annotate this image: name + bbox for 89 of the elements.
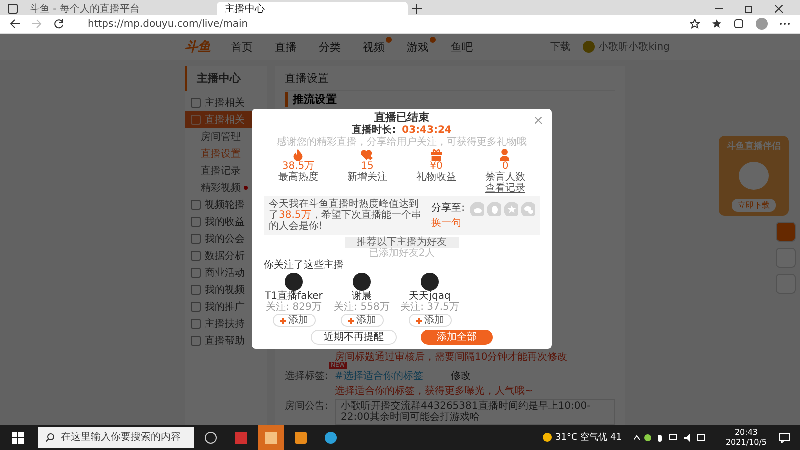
- download-button[interactable]: 立即下载: [732, 198, 776, 212]
- notice-field[interactable]: 小歌听开播交流群443265381直播时间约是早上10:00-22:00其余时间可能会打游戏哈: [335, 399, 615, 425]
- add-button[interactable]: 添加: [340, 314, 384, 327]
- nav-link[interactable]: 视频: [363, 40, 385, 54]
- sidebar-item[interactable]: 我的公会: [185, 230, 267, 247]
- title-note: 房间标题通过审核后，需要间隔10分钟才能再次修改: [335, 350, 569, 363]
- dismiss-button[interactable]: 近期不再提醒: [311, 330, 397, 345]
- heart-plus-icon: [361, 149, 374, 161]
- nav-link[interactable]: 直播: [275, 40, 297, 54]
- address-bar[interactable]: https://mp.douyu.com/live/main: [76, 18, 678, 30]
- duration-value: 03:43:24: [402, 125, 452, 136]
- sidebar-subitem[interactable]: 直播记录: [201, 164, 241, 178]
- close-icon[interactable]: [775, 4, 783, 12]
- stat-label: 礼物收益: [416, 172, 456, 183]
- tag-link[interactable]: #选择适合你的标签: [335, 369, 445, 383]
- star-icon[interactable]: [504, 202, 518, 216]
- notice-label: 房间公告:: [285, 400, 329, 413]
- page-title: 直播设置: [285, 71, 615, 91]
- new-tab-icon[interactable]: [412, 4, 422, 14]
- share-label: 分享至:: [432, 203, 465, 214]
- sidebar-item[interactable]: 主播相关: [185, 94, 267, 111]
- nav-link[interactable]: 游戏: [407, 40, 429, 54]
- stat-label: 新增关注: [348, 172, 388, 183]
- clock-time[interactable]: 20:43: [734, 428, 758, 438]
- download-link[interactable]: 下载: [550, 40, 571, 54]
- sidebar-item[interactable]: 视频轮播: [185, 196, 267, 213]
- notification-icon[interactable]: [779, 432, 790, 442]
- reload-icon[interactable]: [54, 19, 64, 29]
- browser-tab[interactable]: 主播中心: [217, 2, 408, 15]
- streamer-name: 天天jqaq: [409, 291, 451, 302]
- sidebar-item[interactable]: 直播帮助: [185, 332, 267, 349]
- fire-icon: [293, 149, 304, 161]
- edit-link[interactable]: 修改: [451, 369, 471, 383]
- follower-count: 关注: 829万: [266, 302, 322, 313]
- avatar-circle: [421, 273, 439, 291]
- stat-value: ¥0: [430, 161, 443, 172]
- more-icon[interactable]: [780, 22, 790, 26]
- follower-count: 关注: 558万: [334, 302, 390, 313]
- duration-label: 直播时长:: [352, 125, 396, 136]
- nav-link[interactable]: 首页: [231, 40, 253, 54]
- clock-date[interactable]: 2021/10/5: [726, 438, 767, 448]
- sidebar-item[interactable]: 主播扶持: [185, 315, 267, 332]
- stat-value: 0: [502, 161, 509, 172]
- profile-icon[interactable]: [756, 18, 768, 30]
- restore-icon[interactable]: [745, 4, 753, 12]
- sidebar-subitem[interactable]: 房间管理: [201, 130, 241, 144]
- site-logo[interactable]: 斗鱼: [185, 38, 211, 56]
- add-button[interactable]: 添加: [408, 314, 452, 327]
- sidebar-item[interactable]: 我的收益: [185, 213, 267, 230]
- nav-link[interactable]: 分类: [319, 40, 341, 54]
- tag-note: 选择适合你的标签，获得更多曝光，人气哦~: [334, 384, 534, 398]
- sidebar-subitem[interactable]: 直播设置: [201, 146, 241, 160]
- refresh-link[interactable]: 换一句: [432, 218, 462, 229]
- follower-count: 关注: 37.5万: [400, 302, 460, 313]
- avatar-circle: [285, 273, 303, 291]
- app-tile-icon[interactable]: [258, 425, 284, 450]
- streamer-name: T1直播faker: [265, 291, 323, 302]
- favorites-icon[interactable]: [712, 19, 722, 29]
- stat-label: 最高热度: [278, 172, 318, 183]
- back-icon[interactable]: [10, 19, 20, 29]
- share-message: 今天我在斗鱼直播时热度峰值达到了38.5万，希望下次直播能一个串的人会是你!: [269, 199, 422, 232]
- user-name[interactable]: 小歌听小歌king: [598, 40, 670, 54]
- sidebar-title: 主播中心: [185, 66, 267, 91]
- dialog-title: 直播已结束: [374, 112, 430, 124]
- user-icon: [500, 149, 512, 161]
- stat-label: 禁言人数: [486, 172, 526, 183]
- avatar-circle: [353, 273, 371, 291]
- search-icon: [46, 433, 55, 442]
- weather-text[interactable]: 31°C 空气优 41: [556, 431, 622, 444]
- follow-heading: 你关注了这些主播: [264, 260, 344, 271]
- nav-link[interactable]: 鱼吧: [451, 40, 473, 54]
- tab-actions-icon[interactable]: [8, 4, 18, 14]
- dialog-subtitle: 感谢您的精彩直播，分享给用户关注，可获得更多礼物哦: [277, 137, 527, 148]
- stat-value: 15: [361, 161, 374, 172]
- promo-title: 斗鱼直播伴侣: [727, 140, 781, 154]
- tag-label: 选择标签:: [285, 370, 329, 383]
- sidebar-subitem[interactable]: 精彩视频: [201, 180, 241, 194]
- collections-icon[interactable]: [734, 19, 744, 29]
- streamer-name: 谢晨: [352, 291, 372, 302]
- stat-value: 38.5万: [282, 161, 315, 172]
- add-all-button[interactable]: 添加全部: [421, 330, 493, 345]
- add-button[interactable]: 添加: [272, 314, 316, 327]
- browser-tab[interactable]: 斗鱼 - 每个人的直播平台: [22, 2, 213, 15]
- added-count: 已添加好友2人: [368, 248, 436, 259]
- sun-icon[interactable]: [542, 433, 552, 442]
- windows-start-icon[interactable]: [12, 432, 24, 444]
- star-icon[interactable]: [690, 19, 700, 29]
- records-link[interactable]: 查看记录: [486, 183, 526, 194]
- promo-card[interactable]: 斗鱼直播伴侣 立即下载: [719, 136, 789, 216]
